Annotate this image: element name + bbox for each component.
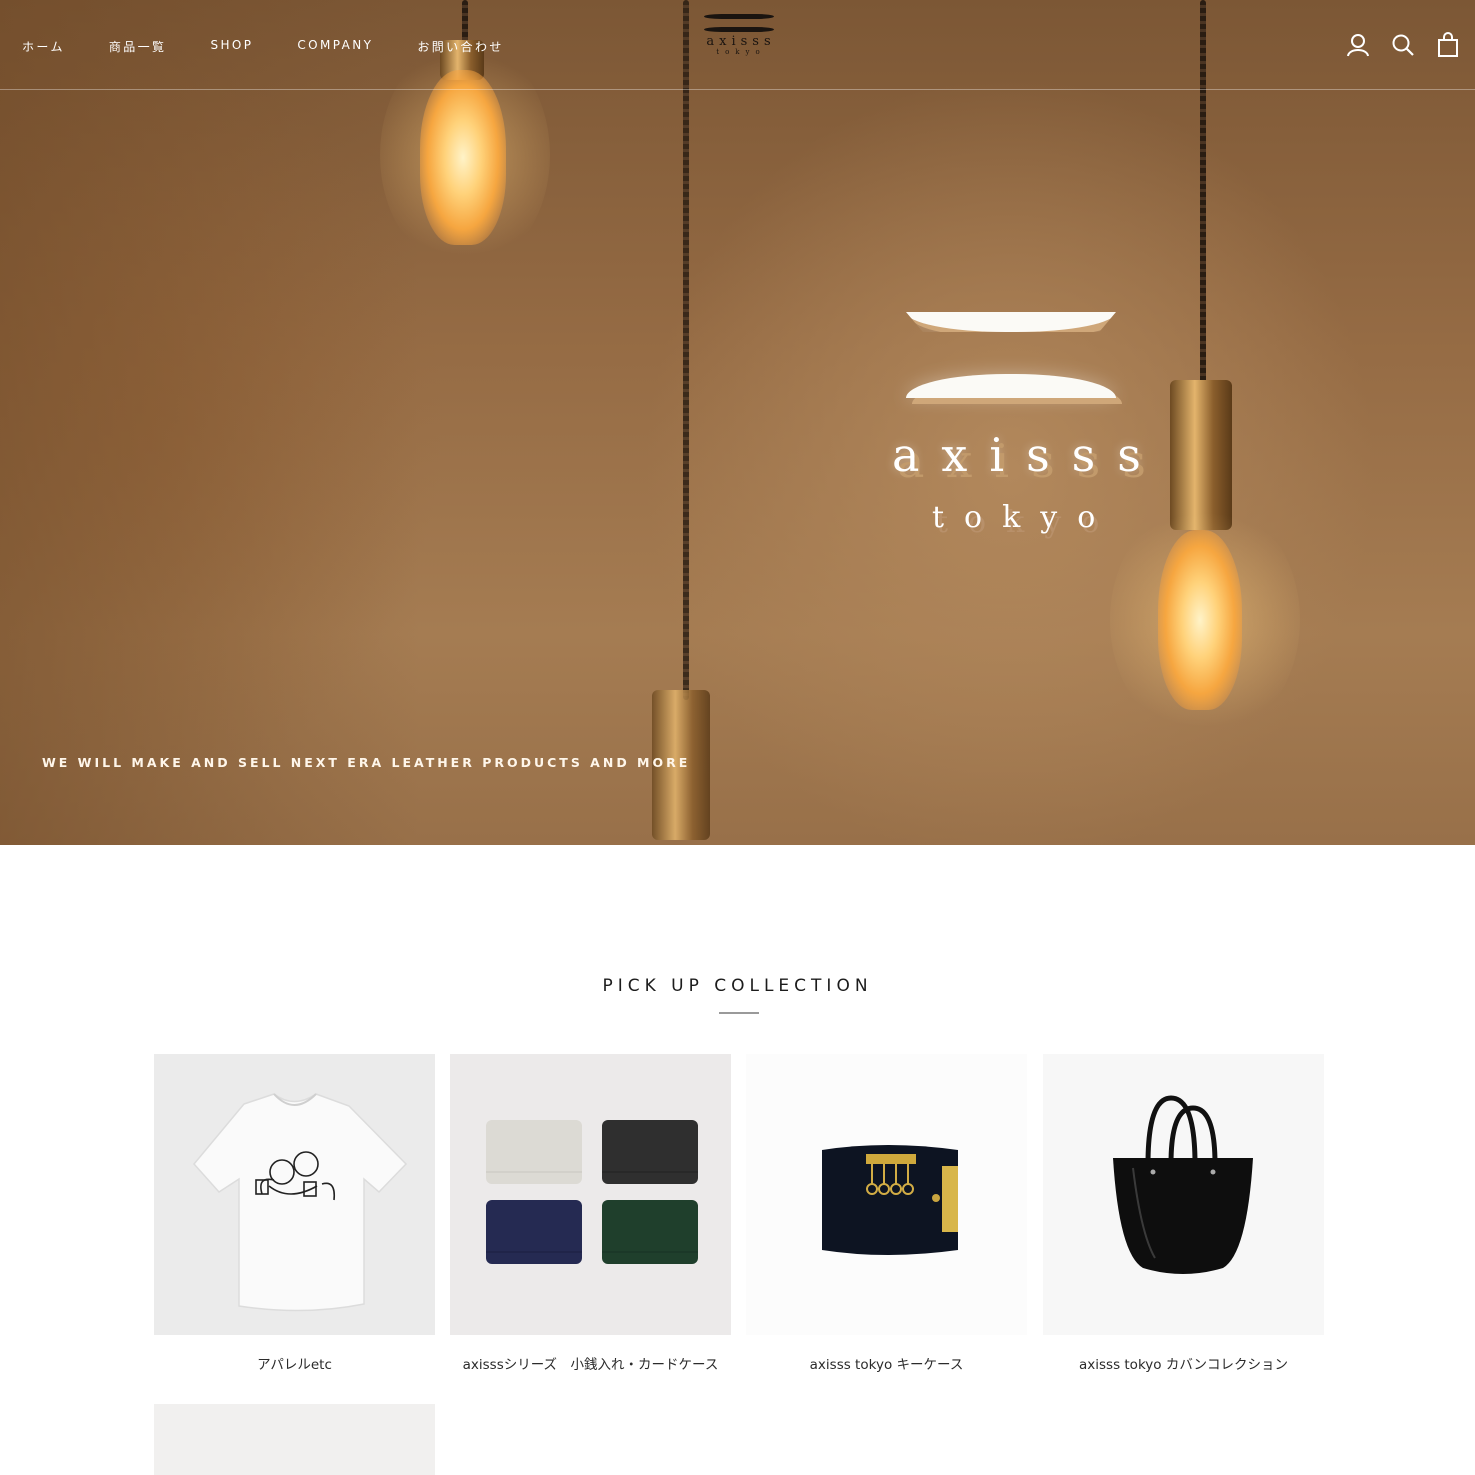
nav-shop[interactable]: SHOP: [210, 38, 253, 55]
keycase-image: [822, 1145, 958, 1255]
tshirt-image: [193, 1093, 408, 1312]
card-label[interactable]: axisssシリーズ 小銭入れ・カードケース: [450, 1353, 731, 1373]
card-label[interactable]: アパレルetc: [154, 1353, 435, 1373]
hero-wall-shadow: [0, 0, 420, 845]
hero-tagline: WE WILL MAKE AND SELL NEXT ERA LEATHER P…: [42, 755, 691, 770]
card-image[interactable]: [1043, 1054, 1324, 1335]
collection-card-keycase[interactable]: axisss tokyo キーケース: [746, 1054, 1027, 1373]
nav-home[interactable]: ホーム: [22, 38, 65, 55]
totebag-image: [1113, 1095, 1253, 1274]
header-icons: [1326, 32, 1461, 58]
nav-company[interactable]: COMPANY: [297, 38, 373, 55]
card-image[interactable]: [154, 1404, 435, 1475]
search-icon[interactable]: [1390, 32, 1416, 58]
sign-bar: [906, 312, 1116, 332]
cardcases-image: [486, 1120, 698, 1264]
collection-card-bag[interactable]: axisss tokyo カバンコレクション: [1043, 1054, 1324, 1373]
hero-banner: axisss tokyo WE WILL MAKE AND SELL NEXT …: [0, 0, 1475, 845]
card-label[interactable]: axisss tokyo カバンコレクション: [1043, 1353, 1324, 1373]
main-nav: ホーム 商品一覧 SHOP COMPANY お問い合わせ: [22, 38, 548, 55]
card-label[interactable]: axisss tokyo キーケース: [746, 1353, 1027, 1373]
card-image[interactable]: [154, 1054, 435, 1335]
site-header: ホーム 商品一覧 SHOP COMPANY お問い合わせ axisss toky…: [0, 0, 1475, 90]
hero-sign: axisss tokyo: [880, 300, 1150, 560]
card-image[interactable]: [746, 1054, 1027, 1335]
sign-word: axisss: [892, 428, 1163, 482]
logo-bar: [704, 14, 774, 19]
cart-icon[interactable]: [1435, 32, 1461, 58]
logo-bar: [704, 27, 774, 32]
section-divider: [719, 1012, 759, 1014]
collection-card-apparel[interactable]: アパレルetc: [154, 1054, 435, 1373]
sign-subword: tokyo: [932, 500, 1116, 535]
nav-contact[interactable]: お問い合わせ: [417, 38, 503, 55]
pendant-bulb: [420, 70, 506, 245]
collection-card-cardcase[interactable]: axisssシリーズ 小銭入れ・カードケース: [450, 1054, 731, 1373]
collection-card-partial[interactable]: [154, 1404, 435, 1475]
logo-subword: tokyo: [716, 48, 766, 56]
account-icon[interactable]: [1345, 32, 1371, 58]
section-title: PICK UP COLLECTION: [602, 976, 873, 996]
pendant-bulb: [1158, 530, 1242, 710]
sign-bar: [906, 374, 1116, 398]
nav-products[interactable]: 商品一覧: [109, 38, 167, 55]
site-logo[interactable]: axisss tokyo: [700, 14, 778, 74]
logo-word: axisss: [706, 34, 776, 49]
pendant-cord: [683, 0, 689, 700]
card-image[interactable]: [450, 1054, 731, 1335]
